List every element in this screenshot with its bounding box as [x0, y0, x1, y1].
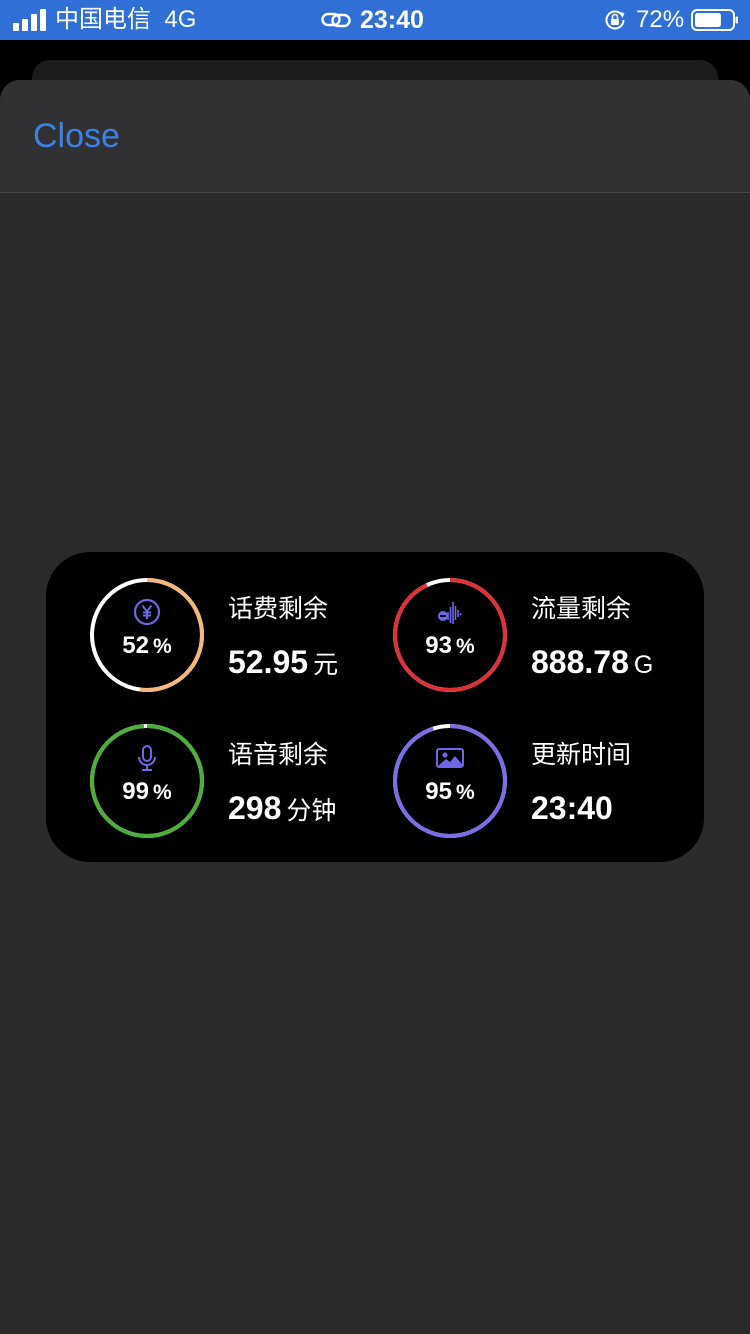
screen: 中国电信 4G 23:40 72% Close 52 % 话费剩余 52.95 …	[0, 0, 750, 1334]
orientation-lock-icon	[605, 10, 625, 30]
status-bar: 中国电信 4G 23:40 72%	[0, 0, 750, 40]
close-button[interactable]: Close	[33, 116, 120, 156]
progress-ring: 95%	[391, 722, 509, 840]
percent-text: 95%	[391, 778, 509, 807]
percent-value: 95	[425, 778, 452, 805]
microphone-icon	[138, 745, 156, 771]
item-value: 52.95 元	[228, 644, 338, 681]
percent-text: 93%	[391, 632, 509, 661]
network-type: 4G	[164, 6, 197, 33]
percent-value: 52	[122, 632, 149, 659]
percent-unit: %	[153, 635, 172, 658]
item-value: 23:40	[531, 790, 618, 826]
image-icon	[436, 748, 464, 768]
signal-strength-icon	[13, 9, 47, 31]
link-icon	[321, 12, 351, 28]
widget-item-data: 93% 流量剩余 888.78 G	[391, 576, 691, 696]
widget-item-voice: 99% 语音剩余 298 分钟	[88, 722, 388, 842]
value-unit: 分钟	[286, 797, 337, 825]
value-unit: 元	[313, 651, 339, 679]
percent-value: 93	[425, 632, 452, 659]
widget-item-balance: 52% 话费剩余 52.95 元	[88, 576, 388, 696]
waveform-icon	[438, 602, 462, 624]
percent-text: 99%	[88, 778, 206, 807]
percent-unit: %	[456, 635, 475, 658]
value-number: 23:40	[531, 790, 613, 826]
percent-value: 99	[122, 778, 149, 805]
item-label: 话费剩余	[228, 595, 329, 623]
item-value: 888.78 G	[531, 644, 653, 680]
progress-ring: 99%	[88, 722, 206, 840]
progress-ring: 52%	[88, 576, 206, 694]
item-label: 流量剩余	[531, 595, 632, 623]
percent-text: 52%	[88, 632, 206, 661]
balance-widget[interactable]: 52% 话费剩余 52.95 元 93% 流量剩余 888.78 G 99 % …	[46, 552, 704, 862]
value-unit: G	[633, 651, 654, 679]
percent-unit: %	[153, 781, 172, 804]
status-time: 23:40	[360, 6, 424, 34]
value-number: 52.95	[228, 644, 309, 680]
sheet-header: Close	[0, 80, 750, 193]
value-number: 298	[228, 790, 282, 826]
battery-icon	[691, 9, 738, 31]
yuan-icon	[133, 598, 161, 626]
progress-ring: 93%	[391, 576, 509, 694]
widget-item-update-time: 95% 更新时间 23:40	[391, 722, 691, 842]
battery-percentage: 72%	[636, 6, 685, 33]
carrier-network: 中国电信 4G	[55, 6, 196, 34]
item-label: 语音剩余	[228, 741, 329, 769]
carrier-name: 中国电信	[55, 6, 151, 33]
item-label: 更新时间	[531, 741, 632, 769]
percent-unit: %	[456, 781, 475, 804]
value-number: 888.78	[531, 644, 629, 680]
item-value: 298 分钟	[228, 790, 336, 827]
